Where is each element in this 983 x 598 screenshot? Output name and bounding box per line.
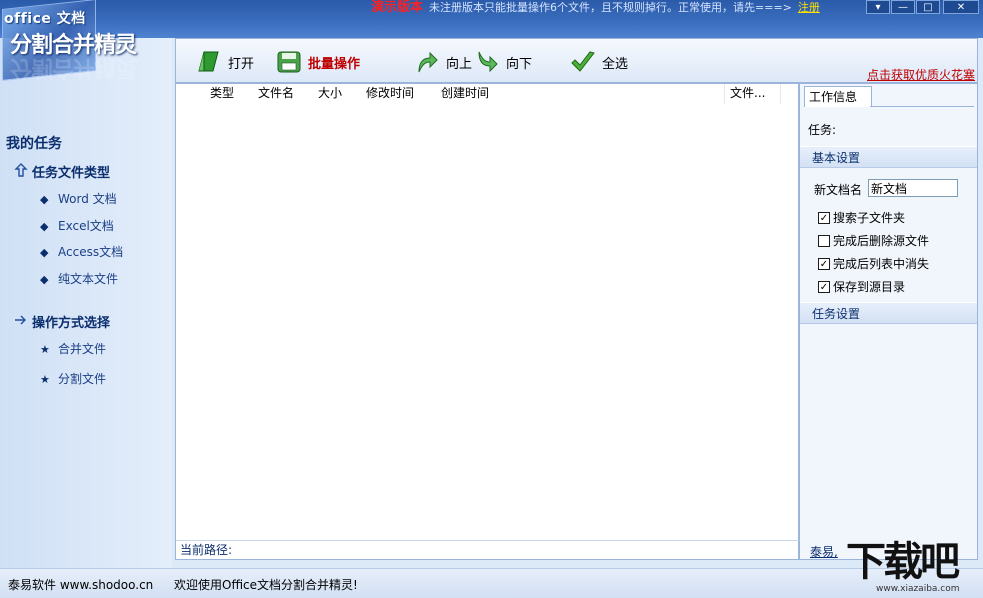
sidebar-group-file-types[interactable]: 任务文件类型 — [14, 162, 110, 181]
right-panel: 工作信息 任务: 基本设置 新文档名 ✓搜索子文件夹 完成后删除源文件 ✓完成后… — [799, 83, 978, 560]
maximize-icon: □ — [923, 2, 933, 13]
open-label: 打开 — [228, 56, 255, 72]
close-button[interactable]: ✕ — [943, 0, 979, 14]
menu-dropdown-button[interactable]: ▾ — [866, 0, 890, 14]
star-bullet-icon: ★ — [40, 373, 50, 386]
sidebar-group-label: 操作方式选择 — [32, 316, 111, 331]
sidebar-item-word[interactable]: ◆ Word 文档 — [40, 190, 117, 207]
move-down-button[interactable]: 向下 — [474, 47, 532, 77]
sidebar-item-label: 纯文本文件 — [58, 272, 119, 286]
chevron-down-icon: ▾ — [875, 2, 881, 13]
diamond-bullet-icon: ◆ — [40, 273, 49, 286]
sidebar-item-excel[interactable]: ◆ Excel文档 — [40, 217, 114, 234]
checkbox-search-subfolders[interactable]: ✓ 搜索子文件夹 — [818, 209, 905, 226]
sidebar-item-plaintext[interactable]: ◆ 纯文本文件 — [40, 270, 118, 287]
company-website: 泰易软件 www.shodoo.cn — [8, 578, 154, 592]
sidebar-group-label: 任务文件类型 — [32, 166, 111, 181]
sidebar-title: 我的任务 — [6, 136, 62, 152]
promo-link[interactable]: 点击获取优质火花塞 — [867, 66, 975, 83]
notice-text: 未注册版本只能批量操作6个文件，且不规则掉行。正常使用，请先===> — [429, 1, 792, 14]
batch-label: 批量操作 — [308, 56, 361, 72]
file-list[interactable]: 类型 文件名 大小 修改时间 创建时间 文件... 当前路径: — [175, 83, 802, 560]
minimize-button[interactable]: — — [891, 0, 915, 14]
sidebar-item-label: Excel文档 — [58, 219, 114, 233]
close-icon: ✕ — [956, 2, 966, 13]
registration-notice: 演示版本 未注册版本只能批量操作6个文件，且不规则掉行。正常使用，请先===> 注册 — [371, 0, 820, 16]
move-up-label: 向上 — [446, 56, 473, 72]
sidebar-item-label: 分割文件 — [58, 372, 107, 386]
move-up-button[interactable]: 向上 — [414, 47, 472, 77]
checkbox-icon — [818, 234, 830, 247]
status-message: 欢迎使用Office文档分割合并精灵! — [174, 578, 358, 592]
tab-divider — [870, 106, 974, 107]
column-header-type[interactable]: 类型 — [210, 84, 234, 104]
column-header-size[interactable]: 大小 — [318, 84, 342, 104]
select-all-button[interactable]: 全选 — [570, 47, 628, 77]
watermark-url: www.xiazaiba.com — [876, 584, 960, 594]
sidebar-group-operations[interactable]: 操作方式选择 — [14, 312, 110, 331]
minimize-icon: — — [898, 2, 908, 13]
column-divider[interactable] — [780, 84, 781, 104]
task-label: 任务: — [808, 123, 837, 137]
sidebar-item-access[interactable]: ◆ Access文档 — [40, 243, 123, 260]
watermark-text: 下载吧 — [846, 539, 960, 585]
app-logo: office 文档 分割合并精灵 分割合并精灵 — [0, 0, 172, 88]
toolbar: 打开 批量操作 向上 向下 全选 点击获取优质火花塞 — [175, 38, 978, 83]
sidebar-item-merge[interactable]: ★ 合并文件 — [40, 340, 106, 357]
left-sidebar: 我的任务 任务文件类型 ◆ Word 文档 ◆ Excel文档 ◆ Access文档 … — [0, 38, 172, 568]
diamond-bullet-icon: ◆ — [40, 220, 49, 233]
checkbox-save-to-source-dir[interactable]: ✓ 保存到源目录 — [818, 278, 905, 295]
checkbox-icon: ✓ — [818, 280, 830, 293]
column-header-modified[interactable]: 修改时间 — [366, 84, 414, 104]
arrow-right-icon — [14, 313, 32, 331]
open-book-icon — [196, 49, 222, 75]
checkbox-icon: ✓ — [818, 257, 830, 270]
diamond-bullet-icon: ◆ — [40, 193, 49, 206]
maximize-button[interactable]: □ — [916, 0, 940, 14]
column-divider[interactable] — [724, 84, 725, 104]
sidebar-item-split[interactable]: ★ 分割文件 — [40, 370, 106, 387]
column-header-created[interactable]: 创建时间 — [441, 84, 489, 104]
checkbox-remove-from-list[interactable]: ✓ 完成后列表中消失 — [818, 255, 929, 272]
new-doc-name-label: 新文档名 — [814, 183, 863, 197]
logo-reflection: 分割合并精灵 — [10, 55, 137, 80]
checkmark-icon — [570, 49, 596, 75]
new-doc-name-input[interactable] — [868, 179, 958, 197]
taiyi-link[interactable]: 泰易, — [810, 543, 838, 560]
demo-version-label: 演示版本 — [371, 0, 424, 15]
checkbox-label: 搜索子文件夹 — [833, 211, 906, 225]
open-button[interactable]: 打开 — [196, 47, 254, 77]
checkbox-label: 保存到源目录 — [833, 280, 906, 294]
basic-settings-header[interactable]: 基本设置 — [800, 146, 977, 168]
checkbox-label: 完成后列表中消失 — [833, 257, 930, 271]
save-disk-icon — [276, 49, 302, 75]
checkbox-icon: ✓ — [818, 211, 830, 224]
arrow-up-icon — [14, 163, 32, 181]
star-bullet-icon: ★ — [40, 343, 50, 356]
column-header-filename[interactable]: 文件名 — [258, 84, 294, 104]
checkbox-label: 完成后删除源文件 — [833, 234, 930, 248]
select-all-label: 全选 — [602, 56, 629, 72]
status-bar: 泰易软件 www.shodoo.cn 欢迎使用Office文档分割合并精灵! — [0, 568, 983, 598]
batch-operation-button[interactable]: 批量操作 — [276, 47, 360, 77]
logo-line1: office 文档 — [4, 11, 86, 27]
watermark-logo: 下载吧 www.xiazaiba.com — [846, 540, 983, 597]
move-down-label: 向下 — [506, 56, 533, 72]
sidebar-item-label: 合并文件 — [58, 342, 107, 356]
checkbox-delete-source[interactable]: 完成后删除源文件 — [818, 232, 929, 249]
arrow-up-icon — [414, 49, 440, 75]
arrow-down-icon — [474, 49, 500, 75]
sidebar-item-label: Word 文档 — [58, 192, 117, 206]
tab-work-info[interactable]: 工作信息 — [804, 86, 872, 107]
column-header-file-path[interactable]: 文件... — [730, 84, 765, 104]
current-path-bar: 当前路径: — [176, 540, 802, 559]
diamond-bullet-icon: ◆ — [40, 246, 49, 259]
task-settings-header[interactable]: 任务设置 — [800, 302, 977, 324]
register-link[interactable]: 注册 — [798, 1, 820, 14]
sidebar-item-label: Access文档 — [58, 245, 124, 259]
